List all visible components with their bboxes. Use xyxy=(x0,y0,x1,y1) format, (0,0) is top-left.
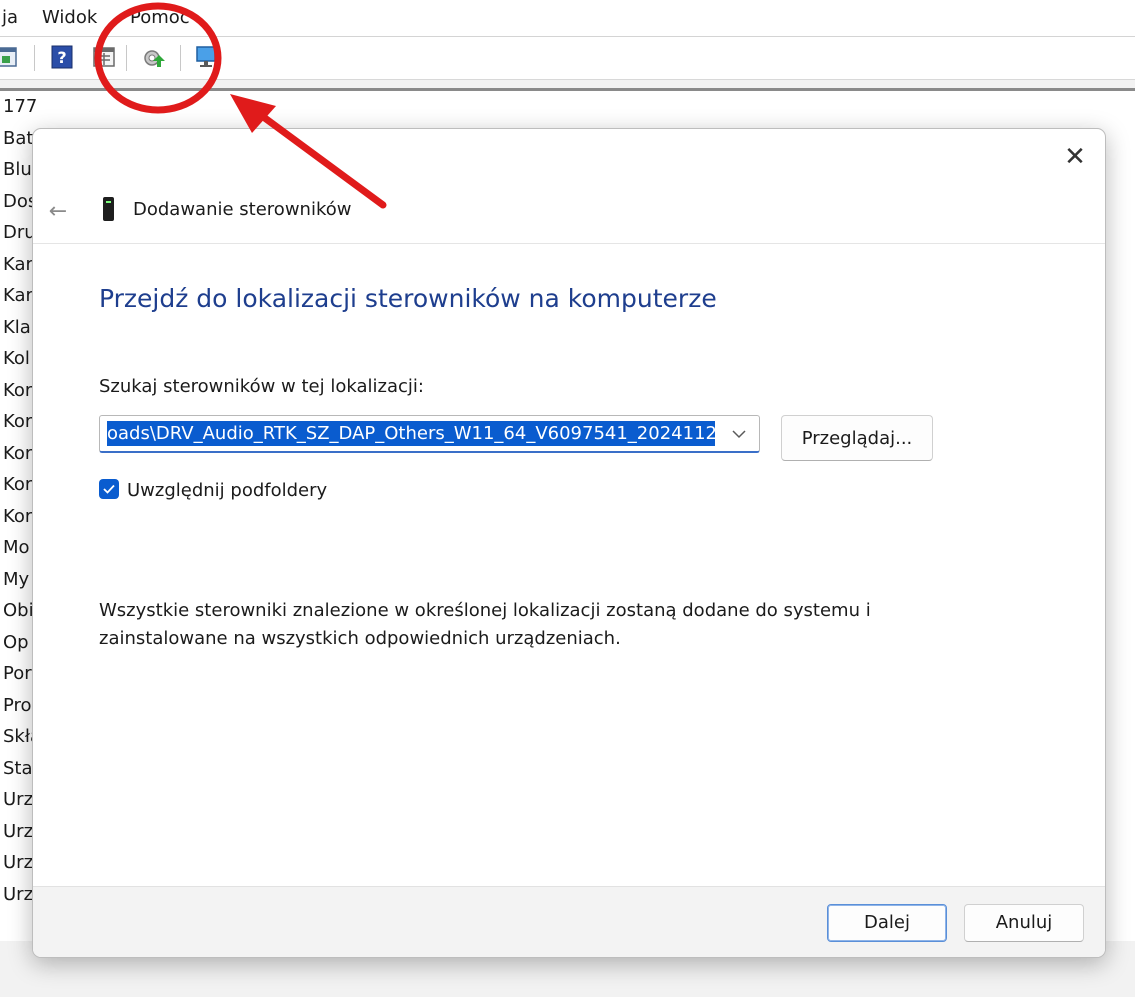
toolbar-separator xyxy=(34,45,35,71)
browse-button[interactable]: Przeglądaj... xyxy=(781,415,933,461)
cancel-button[interactable]: Anuluj xyxy=(964,904,1084,942)
menu-item-help[interactable]: Pomoc xyxy=(130,7,190,28)
toolbar-separator xyxy=(126,45,127,71)
page-heading: Przejdź do lokalizacji sterowników na ko… xyxy=(99,284,717,313)
svg-text:?: ? xyxy=(57,48,66,67)
driver-path-value[interactable]: oads\DRV_Audio_RTK_SZ_DAP_Others_W11_64_… xyxy=(107,421,715,446)
checkmark-icon xyxy=(103,484,115,494)
close-button[interactable]: ✕ xyxy=(1059,141,1091,173)
include-subfolders-checkbox[interactable] xyxy=(99,479,119,499)
chevron-down-icon[interactable] xyxy=(719,416,759,451)
add-drivers-dialog: ✕ ← Dodawanie sterowników Przejdź do lok… xyxy=(32,128,1106,958)
toolbar: ? xyxy=(0,37,1135,80)
scan-hardware-icon[interactable] xyxy=(194,45,218,69)
include-subfolders-label[interactable]: Uwzględnij podfoldery xyxy=(127,480,327,501)
add-driver-icon[interactable] xyxy=(142,45,166,69)
toolbar-separator xyxy=(180,45,181,71)
menu-item-action[interactable]: ja xyxy=(2,7,18,28)
properties-icon[interactable] xyxy=(0,45,18,69)
next-button[interactable]: Dalej xyxy=(827,904,947,942)
menu-item-view[interactable]: Widok xyxy=(42,7,97,28)
driver-path-combobox[interactable]: oads\DRV_Audio_RTK_SZ_DAP_Others_W11_64_… xyxy=(99,415,760,453)
location-label: Szukaj sterowników w tej lokalizacji: xyxy=(99,376,424,397)
header-divider xyxy=(33,243,1105,244)
dialog-title: Dodawanie sterowników xyxy=(133,199,352,220)
dialog-footer: Dalej Anuluj xyxy=(33,886,1105,957)
info-text: Wszystkie sterowniki znalezione w określ… xyxy=(99,600,871,649)
back-button[interactable]: ← xyxy=(43,197,73,227)
device-icon xyxy=(103,197,114,221)
menu-bar: ja Widok Pomoc xyxy=(0,0,1135,37)
details-icon[interactable] xyxy=(92,45,116,69)
device-category-item[interactable]: 177 xyxy=(3,96,41,128)
help-icon[interactable]: ? xyxy=(50,45,74,69)
dialog-header: ← Dodawanie sterowników xyxy=(33,191,1105,243)
